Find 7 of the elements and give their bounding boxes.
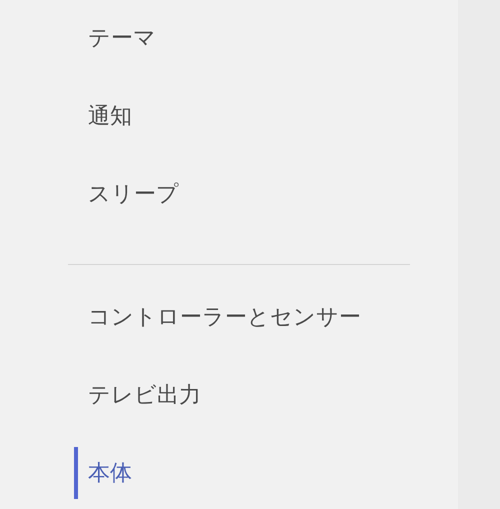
menu-item[interactable]: 通知 (0, 86, 458, 146)
menu-item[interactable]: 本体 (0, 443, 458, 503)
menu-item[interactable]: テーマ (0, 8, 458, 68)
menu-item[interactable]: コントローラーとセンサー (0, 287, 458, 347)
selection-bar (74, 447, 78, 499)
menu-item[interactable]: テレビ出力 (0, 365, 458, 425)
menu-item[interactable]: スリープ (0, 164, 458, 224)
